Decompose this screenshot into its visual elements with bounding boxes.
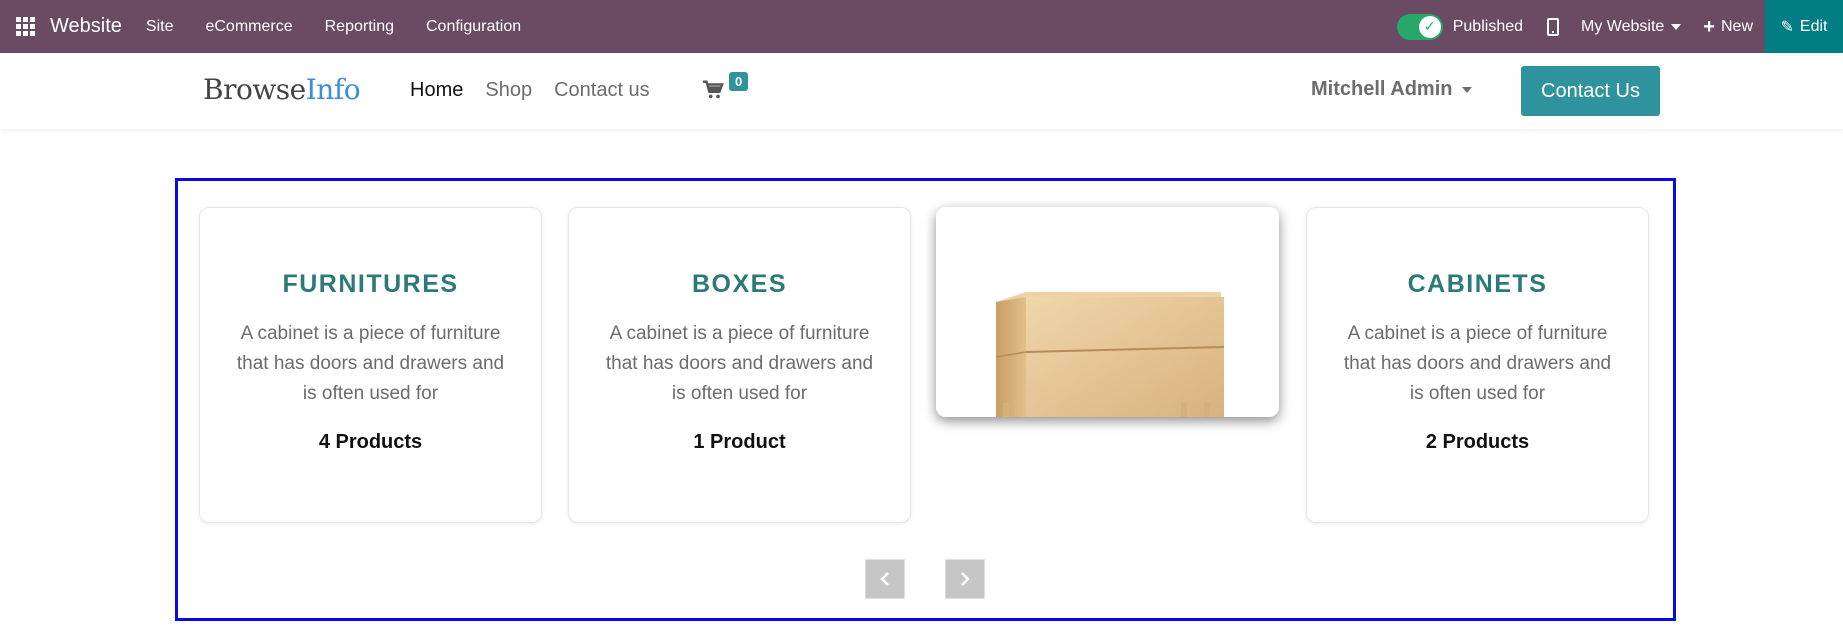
card-product-count: 4 Products xyxy=(318,431,423,453)
logo-part-1: Browse xyxy=(203,73,306,106)
caret-down-icon xyxy=(1462,86,1473,93)
website-selector-label: My Website xyxy=(1581,17,1665,35)
category-carousel: FURNITURES A cabinet is a piece of furni… xyxy=(175,178,1676,621)
chevron-left-icon xyxy=(880,572,889,586)
edit-button[interactable]: ✎ Edit xyxy=(1765,0,1843,53)
card-title: BOXES xyxy=(691,270,788,298)
user-menu[interactable]: Mitchell Admin xyxy=(1311,78,1473,101)
card-description: A cabinet is a piece of furniture that h… xyxy=(236,323,505,404)
site-header: BrowseInfo Home Shop Contact us 0 Mitche… xyxy=(0,53,1843,129)
category-card-boxes[interactable]: BOXES A cabinet is a piece of furniture … xyxy=(568,207,911,523)
card-title: CABINETS xyxy=(1407,270,1548,298)
published-label: Published xyxy=(1452,17,1524,35)
menu-configuration[interactable]: Configuration xyxy=(426,18,521,36)
drawer-cabinet-image[interactable] xyxy=(936,207,1279,417)
edit-button-label: Edit xyxy=(1799,17,1828,35)
caret-down-icon xyxy=(1671,23,1682,30)
app-name: Website xyxy=(50,15,122,37)
website-selector[interactable]: My Website xyxy=(1581,17,1682,36)
contact-us-button[interactable]: Contact Us xyxy=(1521,66,1660,116)
carousel-next-button[interactable] xyxy=(945,559,985,599)
drawer-cabinet-illustration xyxy=(936,207,1279,417)
cart-icon xyxy=(702,80,724,99)
cart-link[interactable]: 0 xyxy=(702,72,749,101)
carousel-prev-button[interactable] xyxy=(865,559,905,599)
logo-part-2: Info xyxy=(305,73,361,106)
card-title: FURNITURES xyxy=(282,270,459,298)
new-button[interactable]: + New xyxy=(1703,17,1753,37)
menu-reporting[interactable]: Reporting xyxy=(325,18,394,36)
cart-count-badge: 0 xyxy=(729,72,749,91)
apps-grid-icon[interactable] xyxy=(0,0,50,53)
card-product-count: 1 Product xyxy=(693,431,786,453)
category-card-furnitures[interactable]: FURNITURES A cabinet is a piece of furni… xyxy=(199,207,542,523)
nav-contact-us[interactable]: Contact us xyxy=(554,79,650,102)
nav-shop[interactable]: Shop xyxy=(485,79,532,102)
site-logo[interactable]: BrowseInfo xyxy=(203,73,361,106)
check-icon: ✓ xyxy=(1418,15,1441,38)
menu-ecommerce[interactable]: eCommerce xyxy=(205,18,292,36)
card-description: A cabinet is a piece of furniture that h… xyxy=(605,323,874,404)
chevron-right-icon xyxy=(961,572,970,586)
new-button-label: New xyxy=(1720,17,1753,35)
published-toggle[interactable]: ✓ xyxy=(1396,13,1443,40)
admin-right-controls: ✓ Published My Website + New ✎ Edit xyxy=(1396,0,1843,53)
pencil-icon: ✎ xyxy=(1780,18,1794,36)
category-card-cabinets[interactable]: CABINETS A cabinet is a piece of furnitu… xyxy=(1306,207,1649,523)
menu-site[interactable]: Site xyxy=(146,18,174,36)
mobile-preview-icon[interactable] xyxy=(1547,17,1560,36)
card-product-count: 2 Products xyxy=(1425,431,1530,453)
main-nav: Home Shop Contact us xyxy=(410,79,672,102)
user-name: Mitchell Admin xyxy=(1311,78,1453,100)
plus-icon: + xyxy=(1703,15,1715,38)
nav-home[interactable]: Home xyxy=(410,79,463,102)
card-description: A cabinet is a piece of furniture that h… xyxy=(1343,323,1612,404)
admin-top-bar: Website Site eCommerce Reporting Configu… xyxy=(0,0,1843,53)
